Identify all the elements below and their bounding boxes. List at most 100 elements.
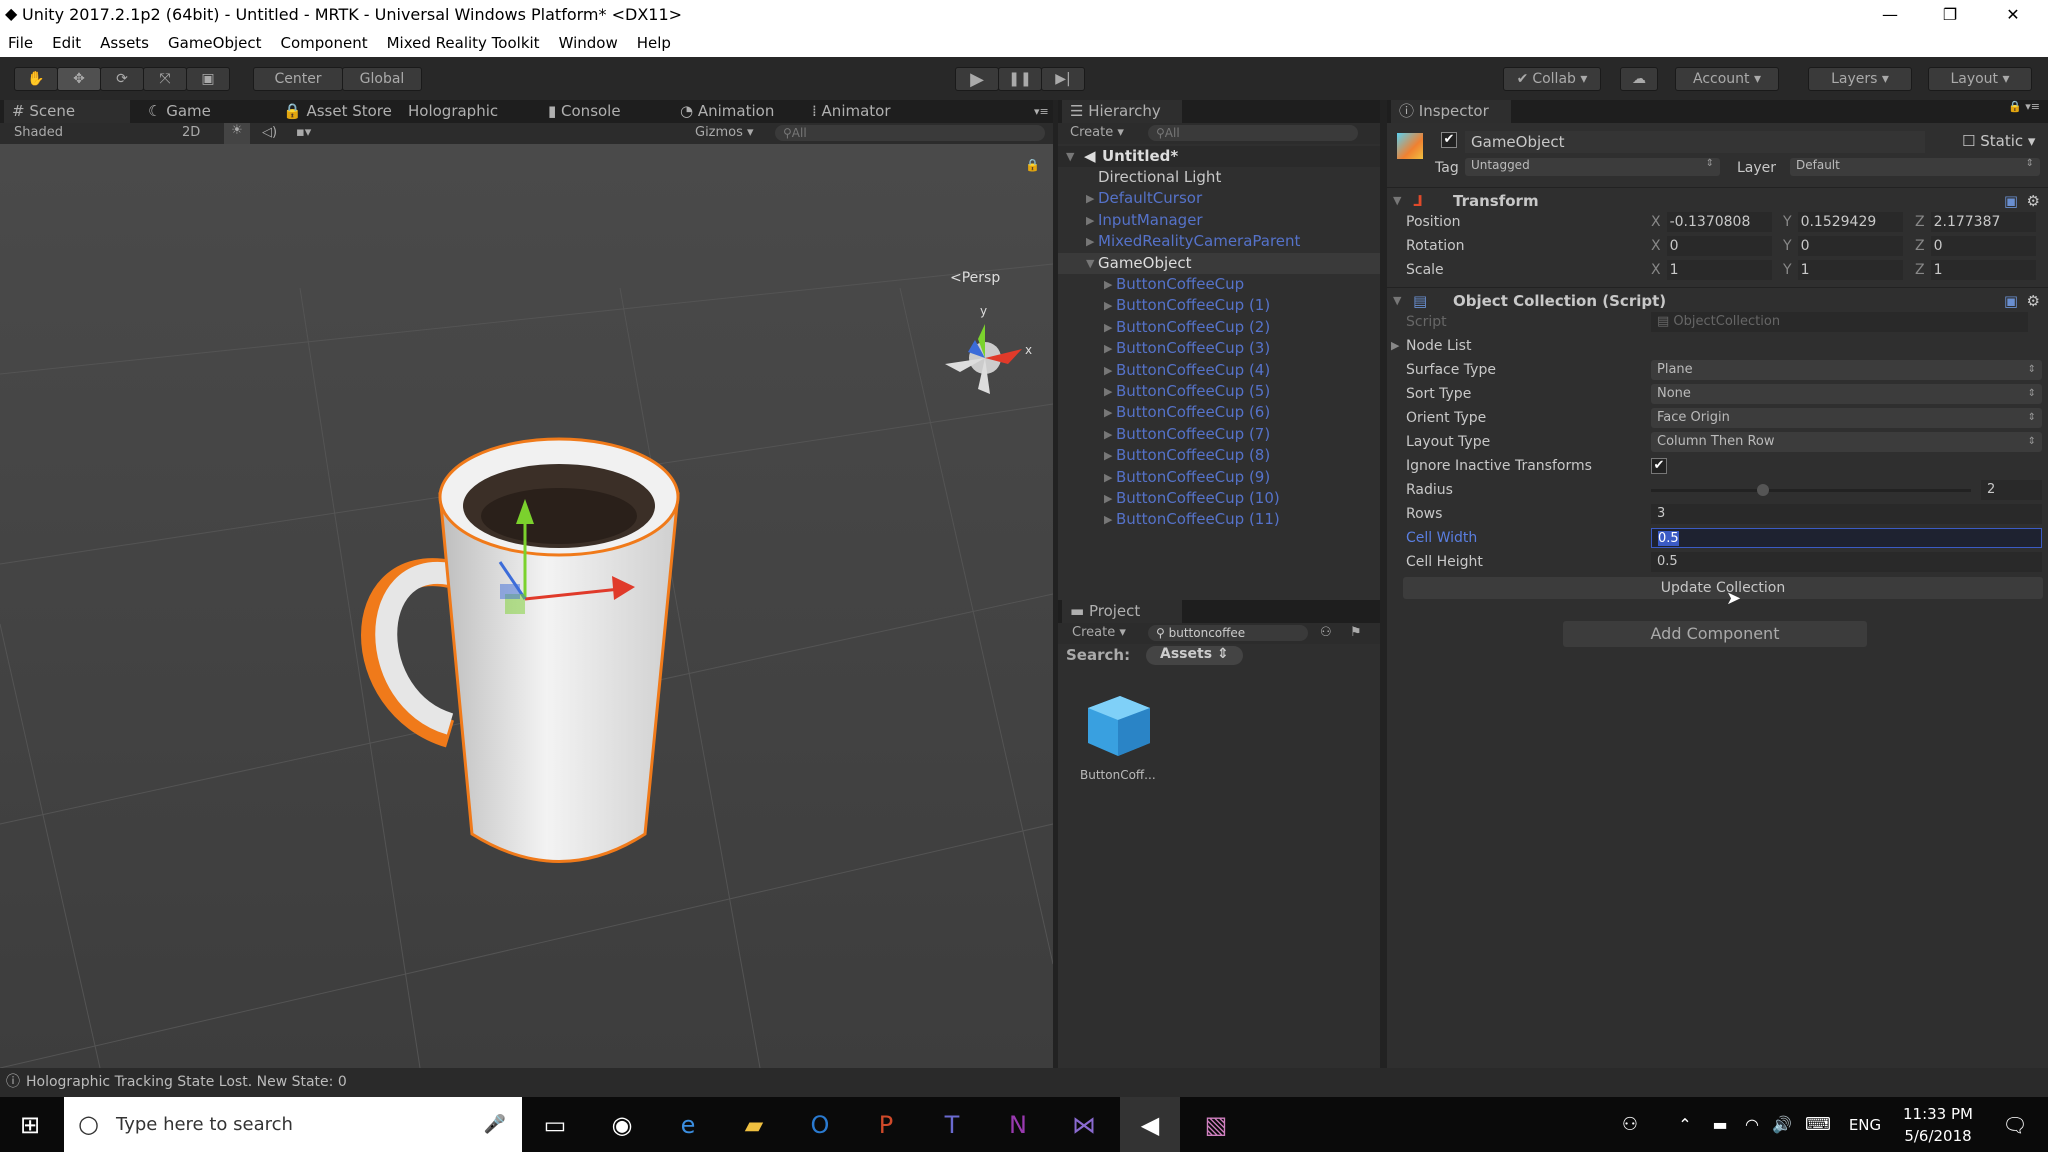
tab-console[interactable]: ▮ Console <box>540 100 629 123</box>
projection-label[interactable]: <Persp <box>950 270 1000 286</box>
static-toggle[interactable]: ☐ Static ▾ <box>1962 132 2035 150</box>
people-icon[interactable]: ⚇ <box>1610 1097 1650 1152</box>
microphone-icon[interactable]: 🎤 <box>484 1097 506 1152</box>
powerpoint-icon[interactable]: P <box>856 1097 916 1152</box>
visual-studio-icon[interactable]: ⋈ <box>1054 1097 1114 1152</box>
z-value[interactable]: 2.177387 <box>1930 212 2036 232</box>
z-value[interactable]: 0 <box>1930 236 2036 256</box>
unity-taskbar-icon[interactable]: ◀ <box>1120 1097 1180 1152</box>
z-field[interactable]: Z 2.177387 <box>1915 212 2036 232</box>
layout-type-dropdown[interactable]: Column Then Row <box>1651 432 2042 452</box>
filter-label-icon[interactable]: ⚑ <box>1350 625 1362 640</box>
gameobject-name-input[interactable]: GameObject <box>1465 131 1925 153</box>
gizmos-dropdown[interactable]: Gizmos ▾ <box>695 125 754 140</box>
hierarchy-child-item[interactable]: ▶ ButtonCoffeeCup (6) <box>1058 402 1380 423</box>
radius-slider-thumb[interactable] <box>1757 484 1769 496</box>
tab-hierarchy[interactable]: ☰ Hierarchy <box>1062 100 1182 123</box>
tab-inspector[interactable]: ⓘ Inspector <box>1391 100 1511 123</box>
hierarchy-child-item[interactable]: ▶ ButtonCoffeeCup <box>1058 274 1380 295</box>
expand-arrow-icon[interactable]: ▶ <box>1104 274 1112 295</box>
orient-type-dropdown[interactable]: Face Origin <box>1651 408 2042 428</box>
update-collection-button[interactable]: Update Collection <box>1403 577 2043 599</box>
y-field[interactable]: Y1 <box>1783 260 1903 280</box>
clock[interactable]: 11:33 PM 5/6/2018 <box>1898 1103 1978 1147</box>
windows-start-icon[interactable]: ⊞ <box>0 1097 60 1152</box>
menu-component[interactable]: Component <box>281 34 368 52</box>
asset-name[interactable]: ButtonCoff... <box>1080 768 1156 782</box>
show-hidden-icons[interactable]: ⌃ <box>1665 1097 1705 1152</box>
expand-arrow-icon[interactable]: ▶ <box>1104 488 1112 509</box>
lighting-toggle-icon[interactable]: ☀ <box>224 123 250 144</box>
hierarchy-child-item[interactable]: ▶ ButtonCoffeeCup (11) <box>1058 509 1380 530</box>
y-field[interactable]: Y0 <box>1783 236 1903 256</box>
expanded-arrow-icon[interactable]: ▼ <box>1086 253 1094 274</box>
hierarchy-child-item[interactable]: ▶ ButtonCoffeeCup (3) <box>1058 338 1380 359</box>
language-indicator[interactable]: ENG <box>1845 1097 1885 1152</box>
tab-scene[interactable]: # Scene <box>4 100 130 123</box>
ignore-inactive-checkbox[interactable]: ✔ <box>1651 458 1667 474</box>
cell-width-input[interactable]: 0.5 <box>1651 528 2042 548</box>
close-button[interactable]: ✕ <box>1983 0 2043 29</box>
surface-type-dropdown[interactable]: Plane <box>1651 360 2042 380</box>
keyboard-icon[interactable]: ⌨ <box>1798 1097 1838 1152</box>
menu-window[interactable]: Window <box>559 34 618 52</box>
panel-menu-icon[interactable]: ▾≡ <box>1026 100 1057 123</box>
expand-arrow-icon[interactable]: ▶ <box>1104 360 1112 381</box>
status-message[interactable]: Holographic Tracking State Lost. New Sta… <box>26 1074 347 1090</box>
expand-arrow-icon[interactable]: ▶ <box>1104 317 1112 338</box>
search-scope-assets[interactable]: Assets ⇕ <box>1146 646 1243 665</box>
expand-arrow-icon[interactable]: ▶ <box>1104 402 1112 423</box>
tab-animation[interactable]: ◔ Animation <box>672 100 782 123</box>
cloud-icon[interactable]: ☁ <box>1620 67 1658 91</box>
account-dropdown[interactable]: Account ▾ <box>1675 67 1779 91</box>
active-checkbox[interactable]: ✔ <box>1441 132 1457 148</box>
outlook-icon[interactable]: O <box>790 1097 850 1152</box>
action-center-icon[interactable]: 🗨 <box>1985 1097 2045 1152</box>
x-value[interactable]: 1 <box>1666 260 1772 280</box>
z-field[interactable]: Z0 <box>1915 236 2036 256</box>
file-explorer-icon[interactable]: ▰ <box>724 1097 784 1152</box>
menu-help[interactable]: Help <box>637 34 671 52</box>
minimize-button[interactable]: — <box>1860 0 1920 29</box>
2d-toggle[interactable]: 2D <box>182 125 200 140</box>
hierarchy-child-item[interactable]: ▶ ButtonCoffeeCup (9) <box>1058 467 1380 488</box>
tab-asset-store[interactable]: 🔒 Asset Store <box>275 100 400 123</box>
expand-arrow-icon[interactable]: ▼ <box>1066 146 1074 167</box>
cell-height-input[interactable]: 0.5 <box>1651 552 2042 572</box>
tab-holographic[interactable]: Holographic <box>400 100 506 123</box>
hierarchy-child-item[interactable]: ▶ ButtonCoffeeCup (4) <box>1058 360 1380 381</box>
y-value[interactable]: 0 <box>1797 236 1903 256</box>
pause-button[interactable]: ❚❚ <box>998 67 1042 91</box>
project-create-button[interactable]: Create ▾ <box>1072 625 1126 640</box>
expand-arrow-icon[interactable]: ▶ <box>1104 509 1112 530</box>
layout-dropdown[interactable]: Layout ▾ <box>1928 67 2032 91</box>
sort-type-dropdown[interactable]: None <box>1651 384 2042 404</box>
menu-edit[interactable]: Edit <box>52 34 81 52</box>
edge-icon[interactable]: e <box>658 1097 718 1152</box>
hierarchy-item[interactable]: Directional Light <box>1058 167 1380 188</box>
hierarchy-search-input[interactable]: ⚲All <box>1148 125 1358 141</box>
expand-arrow-icon[interactable]: ▶ <box>1104 381 1112 402</box>
expand-arrow-icon[interactable]: ▶ <box>1104 424 1112 445</box>
hierarchy-item[interactable]: ▶ DefaultCursor <box>1058 188 1380 209</box>
y-value[interactable]: 0.1529429 <box>1797 212 1903 232</box>
node-list-row[interactable]: ▶ Node List <box>1387 334 2048 358</box>
filter-type-icon[interactable]: ⚇ <box>1320 625 1332 640</box>
scene-root-row[interactable]: ▼ ◀ Untitled* <box>1058 146 1380 167</box>
z-field[interactable]: Z1 <box>1915 260 2036 280</box>
hierarchy-item[interactable]: ▼ GameObject <box>1058 252 1380 274</box>
scene-view[interactable]: y x <Persp 🔒 <box>0 144 1053 1068</box>
y-value[interactable]: 1 <box>1797 260 1903 280</box>
paint-icon[interactable]: ▧ <box>1186 1097 1246 1152</box>
project-search-input[interactable]: ⚲ buttoncoffee <box>1148 625 1308 641</box>
menu-assets[interactable]: Assets <box>100 34 149 52</box>
x-field[interactable]: X0 <box>1651 236 1772 256</box>
prefab-cube-icon[interactable] <box>1080 688 1155 763</box>
expand-arrow-icon[interactable]: ▶ <box>1086 188 1094 209</box>
z-value[interactable]: 1 <box>1930 260 2036 280</box>
hierarchy-child-item[interactable]: ▶ ButtonCoffeeCup (5) <box>1058 381 1380 402</box>
task-view-icon[interactable]: ▭ <box>525 1097 585 1152</box>
x-value[interactable]: 0 <box>1666 236 1772 256</box>
scale-tool-icon[interactable]: ⤧ <box>143 67 187 91</box>
radius-input[interactable]: 2 <box>1981 480 2042 500</box>
